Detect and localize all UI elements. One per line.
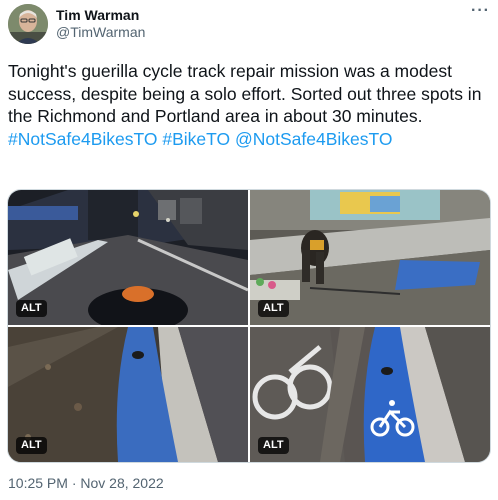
more-options-icon[interactable]: ··· [471, 2, 490, 20]
alt-badge[interactable]: ALT [16, 437, 47, 454]
hashtag-biketo[interactable]: #BikeTO [162, 129, 230, 149]
author-block[interactable]: Tim Warman @TimWarman [56, 7, 145, 41]
author-handle[interactable]: @TimWarman [56, 24, 145, 41]
alt-badge[interactable]: ALT [258, 300, 289, 317]
media-photo-1[interactable]: ALT [8, 190, 248, 325]
author-name[interactable]: Tim Warman [56, 7, 145, 24]
avatar[interactable] [8, 4, 48, 44]
mention-notsafe4bikesto[interactable]: @NotSafe4BikesTO [235, 129, 393, 149]
tweet-text: Tonight's guerilla cycle track repair mi… [8, 60, 492, 150]
alt-badge[interactable]: ALT [258, 437, 289, 454]
media-photo-2[interactable]: ALT [250, 190, 490, 325]
media-photo-4[interactable]: ALT [250, 327, 490, 462]
media-photo-3[interactable]: ALT [8, 327, 248, 462]
hashtag-notsafe4bikesto[interactable]: #NotSafe4BikesTO [8, 129, 157, 149]
media-grid: ALT ALT ALT ALT [7, 189, 491, 463]
timestamp[interactable]: 10:25 PM · Nov 28, 2022 [8, 475, 164, 491]
alt-badge[interactable]: ALT [16, 300, 47, 317]
tweet-text-body: Tonight's guerilla cycle track repair mi… [8, 61, 482, 126]
